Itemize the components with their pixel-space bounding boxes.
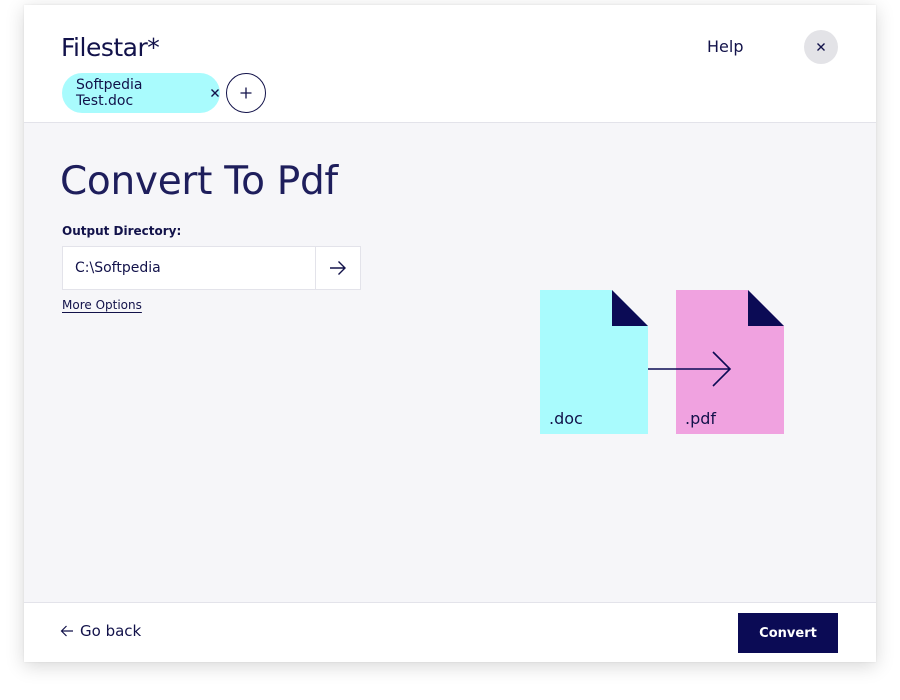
output-directory-field bbox=[62, 246, 361, 290]
go-back-button[interactable]: Go back bbox=[60, 622, 141, 640]
browse-directory-button[interactable] bbox=[315, 247, 360, 289]
add-file-button[interactable] bbox=[226, 73, 266, 113]
more-options-link[interactable]: More Options bbox=[62, 298, 142, 312]
output-directory-input[interactable] bbox=[63, 247, 315, 289]
source-extension-label: .doc bbox=[549, 409, 583, 428]
header: Filestar* Help Softpedia Test.doc bbox=[24, 5, 876, 123]
convert-button[interactable]: Convert bbox=[738, 613, 838, 653]
file-chip[interactable]: Softpedia Test.doc bbox=[62, 73, 220, 113]
help-link[interactable]: Help bbox=[707, 37, 743, 56]
remove-file-button[interactable] bbox=[210, 88, 220, 98]
target-extension-label: .pdf bbox=[685, 409, 717, 428]
arrow-left-icon bbox=[60, 625, 73, 637]
footer: Go back Convert bbox=[24, 602, 876, 662]
close-icon bbox=[211, 89, 219, 97]
page-title: Convert To Pdf bbox=[60, 159, 338, 204]
app-window: Filestar* Help Softpedia Test.doc Conver… bbox=[24, 5, 876, 662]
close-button[interactable] bbox=[804, 30, 838, 64]
output-directory-label: Output Directory: bbox=[62, 224, 182, 238]
arrow-right-icon bbox=[330, 261, 346, 275]
app-logo: Filestar* bbox=[61, 33, 160, 62]
plus-icon bbox=[240, 87, 252, 99]
close-icon bbox=[817, 43, 825, 51]
conversion-illustration: .doc .pdf bbox=[540, 290, 786, 436]
source-file-corner bbox=[612, 290, 648, 326]
file-chip-label: Softpedia Test.doc bbox=[76, 77, 143, 109]
go-back-label: Go back bbox=[80, 622, 142, 640]
target-file-corner bbox=[748, 290, 784, 326]
